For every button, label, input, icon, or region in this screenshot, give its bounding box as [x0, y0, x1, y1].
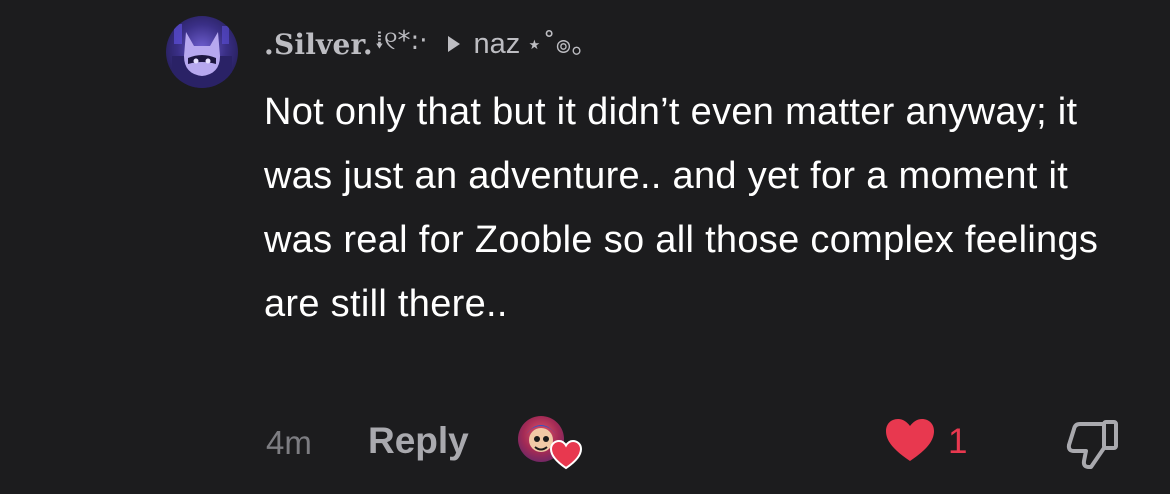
reaction-avatar[interactable]	[518, 416, 583, 470]
dislike-button[interactable]	[1064, 418, 1120, 470]
comment: .Silver. ⭭୧*:· naz ⋆˚๏。 Not only that bu…	[0, 0, 1170, 494]
timestamp: 4m	[266, 424, 312, 461]
heart-icon	[549, 439, 583, 470]
comment-footer: 4m Reply 1	[0, 410, 1170, 474]
author-avatar[interactable]	[166, 16, 238, 88]
author-name[interactable]: .Silver.	[264, 28, 373, 61]
comment-body: Not only that but it didn’t even matter …	[264, 91, 1099, 325]
comment-header: .Silver. ⭭୧*:· naz ⋆˚๏。	[264, 22, 597, 66]
heart-icon	[884, 417, 936, 468]
reply-button[interactable]: Reply	[368, 420, 469, 462]
author-decoration: ⭭୧*:·	[374, 26, 428, 56]
like-count: 1	[948, 422, 968, 461]
thumbs-down-icon	[1064, 420, 1120, 474]
play-arrow-icon	[446, 34, 462, 54]
reply-to-name[interactable]: naz	[474, 28, 521, 61]
like-button[interactable]: 1	[884, 418, 967, 466]
reply-to-decoration: ⋆˚๏。	[526, 29, 598, 60]
